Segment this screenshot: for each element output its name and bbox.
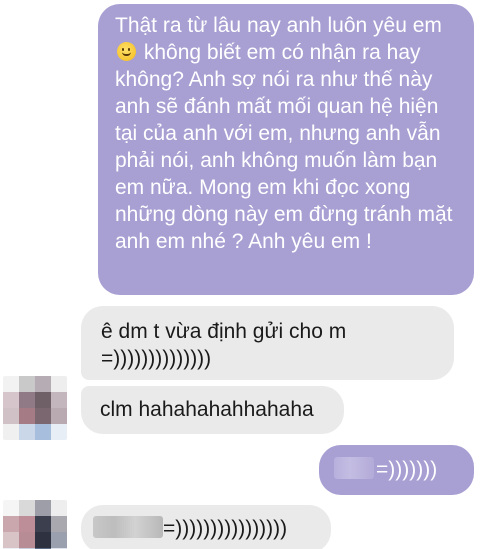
avatar-pixel bbox=[3, 392, 19, 408]
redacted-text-blur bbox=[93, 516, 163, 539]
avatar-pixel bbox=[51, 376, 67, 392]
avatar-pixel bbox=[51, 408, 67, 424]
avatar-pixel bbox=[51, 424, 67, 440]
avatar-pixel bbox=[51, 516, 67, 532]
contact-avatar[interactable] bbox=[3, 500, 67, 549]
message-text: không biết em có nhận ra hay không? Anh … bbox=[115, 41, 459, 253]
avatar-pixel bbox=[3, 408, 19, 424]
avatar-pixel bbox=[35, 532, 51, 548]
avatar-pixel bbox=[3, 376, 19, 392]
avatar-pixel bbox=[51, 532, 67, 548]
avatar-pixel bbox=[19, 500, 35, 516]
avatar-pixel bbox=[35, 376, 51, 392]
message-text: =))))))) bbox=[376, 458, 438, 481]
avatar-pixel bbox=[51, 500, 67, 516]
avatar-pixel bbox=[35, 424, 51, 440]
avatar-pixel bbox=[35, 392, 51, 408]
avatar-pixel bbox=[35, 500, 51, 516]
avatar-pixel bbox=[3, 500, 19, 516]
contact-avatar[interactable] bbox=[3, 376, 67, 440]
incoming-message-bubble[interactable]: ê dm t vừa định gửi cho m =)))))))))))))… bbox=[81, 306, 454, 380]
message-text: Thật ra từ lâu nay anh luôn yêu em bbox=[115, 14, 442, 37]
avatar-pixel bbox=[3, 516, 19, 532]
avatar-pixel bbox=[19, 424, 35, 440]
avatar-pixel bbox=[19, 532, 35, 548]
avatar-pixel bbox=[19, 376, 35, 392]
outgoing-message-bubble[interactable]: Thật ra từ lâu nay anh luôn yêu em không… bbox=[98, 4, 474, 295]
redacted-text-blur bbox=[334, 457, 374, 480]
incoming-message-bubble[interactable]: =)))))))))))))))) bbox=[81, 505, 331, 549]
smiling-face-emoji-icon bbox=[117, 42, 136, 61]
incoming-message-bubble[interactable]: clm hahahahahhahaha bbox=[81, 386, 344, 434]
outgoing-message-bubble[interactable]: =))))))) bbox=[319, 445, 474, 495]
message-text: clm hahahahahhahaha bbox=[100, 398, 314, 421]
message-text: ê dm t vừa định gửi cho m =)))))))))))))… bbox=[101, 320, 353, 370]
message-text: =)))))))))))))))) bbox=[163, 517, 288, 540]
avatar-pixel bbox=[35, 408, 51, 424]
avatar-pixel bbox=[3, 424, 19, 440]
avatar-pixel bbox=[3, 532, 19, 548]
avatar-pixel bbox=[35, 516, 51, 532]
avatar-pixel bbox=[51, 392, 67, 408]
chat-thread: Thật ra từ lâu nay anh luôn yêu em không… bbox=[0, 0, 500, 549]
avatar-pixel bbox=[19, 392, 35, 408]
avatar-pixel bbox=[19, 408, 35, 424]
avatar-pixel bbox=[19, 516, 35, 532]
